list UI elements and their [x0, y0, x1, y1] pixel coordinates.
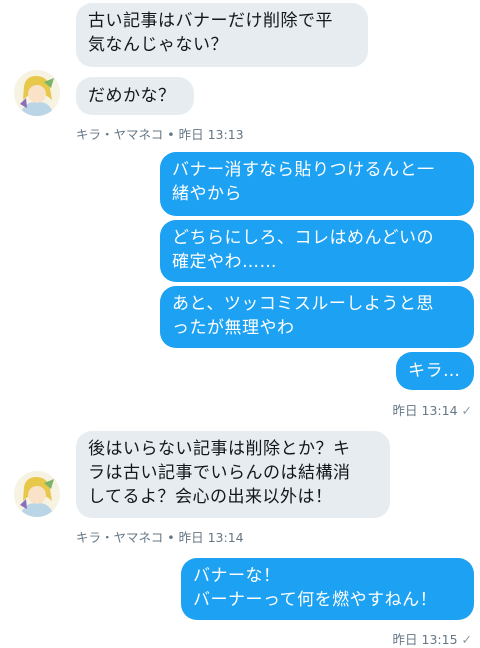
avatar-image [14, 471, 60, 517]
sender-name: キラ・ヤマネコ [76, 530, 164, 545]
message-bubble-incoming[interactable]: 後はいらない記事は削除とか？キ ラは古い記事でいらんのは結構消 してるよ？会心の… [76, 431, 390, 518]
timestamp: 昨日 13:14 [178, 530, 244, 545]
message-bubble-incoming[interactable]: だめかな？ [76, 77, 194, 115]
sender-name: キラ・ヤマネコ [76, 127, 164, 142]
separator: • [167, 530, 175, 545]
avatar[interactable] [14, 471, 60, 517]
timestamp: 昨日 13:14 [392, 403, 458, 418]
message-meta: 昨日 13:15 ✓ [393, 629, 472, 648]
message-bubble-outgoing[interactable]: キラ… [396, 352, 474, 390]
avatar-image [14, 70, 60, 116]
message-bubble-outgoing[interactable]: バナー消すなら貼りつけるんと一 緒やから [160, 152, 474, 216]
separator: • [167, 127, 175, 142]
message-bubble-incoming[interactable]: 古い記事はバナーだけ削除で平 気なんじゃない？ [76, 3, 368, 67]
message-meta: キラ・ヤマネコ • 昨日 13:13 [76, 124, 244, 143]
timestamp: 昨日 13:15 [392, 632, 458, 647]
message-bubble-outgoing[interactable]: どちらにしろ、コレはめんどいの 確定やわ…… [160, 220, 474, 282]
check-icon: ✓ [461, 632, 472, 647]
message-meta: 昨日 13:14 ✓ [393, 400, 472, 419]
message-bubble-outgoing[interactable]: あと、ツッコミスルーしようと思 ったが無理やわ [160, 286, 474, 348]
message-bubble-outgoing[interactable]: バナーな！ バーナーって何を燃やすねん！ [181, 558, 474, 620]
check-icon: ✓ [461, 403, 472, 418]
timestamp: 昨日 13:13 [178, 127, 244, 142]
avatar[interactable] [14, 70, 60, 116]
message-meta: キラ・ヤマネコ • 昨日 13:14 [76, 527, 244, 546]
